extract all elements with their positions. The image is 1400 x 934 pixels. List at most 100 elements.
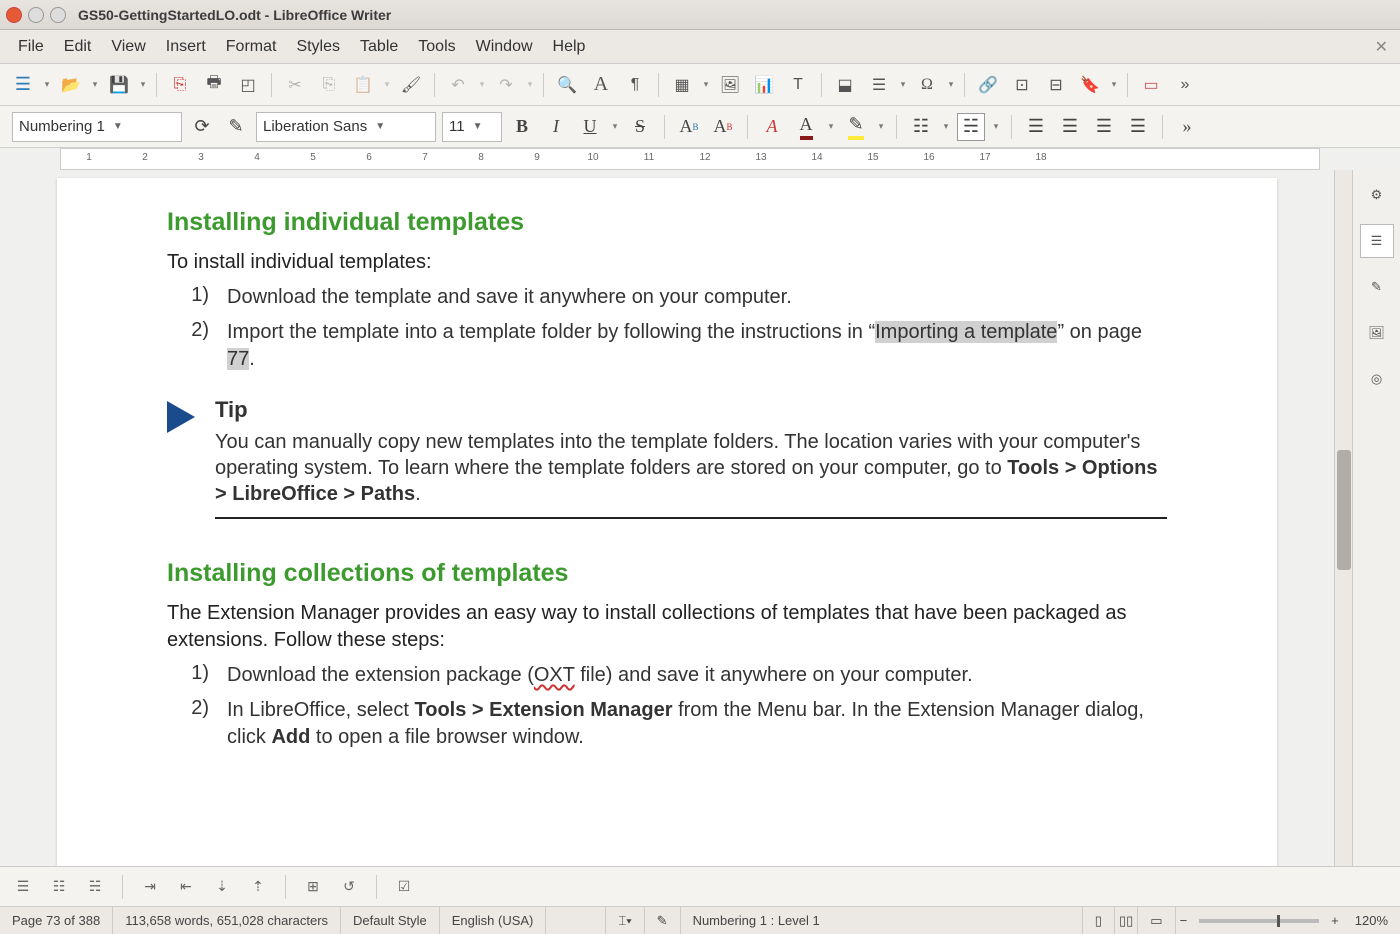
scrollbar-thumb[interactable] xyxy=(1337,450,1351,570)
menu-styles[interactable]: Styles xyxy=(286,34,350,60)
status-word-count[interactable]: 113,658 words, 651,028 characters xyxy=(113,907,341,934)
update-style-button[interactable]: ⟳ xyxy=(188,113,216,141)
footnote-button[interactable]: ⊡ xyxy=(1007,70,1037,100)
menu-table[interactable]: Table xyxy=(350,34,408,60)
comment-button[interactable]: ▭ xyxy=(1136,70,1166,100)
status-language[interactable]: English (USA) xyxy=(440,907,547,934)
new-button[interactable]: ☰ xyxy=(8,70,38,100)
chart-button[interactable]: 📊 xyxy=(749,70,779,100)
paste-button[interactable]: 📋 xyxy=(348,70,378,100)
save-dropdown[interactable]: ▾ xyxy=(138,79,148,90)
no-list-button[interactable]: ☰ xyxy=(10,874,36,900)
export-pdf-button[interactable]: ⎘ xyxy=(165,70,195,100)
paste-dropdown[interactable]: ▾ xyxy=(382,79,392,90)
window-maximize-button[interactable] xyxy=(50,7,66,23)
font-name-combo[interactable]: Liberation Sans ▼ xyxy=(256,112,436,142)
zoom-in-button[interactable]: + xyxy=(1327,913,1343,928)
find-button[interactable]: 🔍 xyxy=(552,70,582,100)
menu-format[interactable]: Format xyxy=(216,34,287,60)
undo-button[interactable]: ↶ xyxy=(443,70,473,100)
superscript-button[interactable]: AB xyxy=(675,113,703,141)
bullet-list-button[interactable]: ☷ xyxy=(907,113,935,141)
status-outline[interactable]: Numbering 1 : Level 1 xyxy=(681,907,1083,934)
font-color-button[interactable]: A xyxy=(792,113,820,141)
redo-dropdown[interactable]: ▾ xyxy=(525,79,535,90)
new-dropdown[interactable]: ▾ xyxy=(42,79,52,90)
new-style-button[interactable]: ✎ xyxy=(222,113,250,141)
table-button[interactable]: ▦ xyxy=(667,70,697,100)
number-btn[interactable]: ☵ xyxy=(82,874,108,900)
menu-file[interactable]: File xyxy=(8,34,54,60)
status-view-multi-icon[interactable]: ▯▯ xyxy=(1115,907,1138,934)
window-minimize-button[interactable] xyxy=(28,7,44,23)
status-zoom[interactable]: 120% xyxy=(1343,907,1400,934)
underline-dropdown[interactable]: ▾ xyxy=(610,121,620,132)
paragraph-style-combo[interactable]: Numbering 1 ▼ xyxy=(12,112,182,142)
move-down-button[interactable]: ⇣ xyxy=(209,874,235,900)
highlight-dropdown[interactable]: ▾ xyxy=(876,121,886,132)
field-button[interactable]: ☰ xyxy=(864,70,894,100)
menu-view[interactable]: View xyxy=(101,34,155,60)
status-view-single-icon[interactable]: ▯ xyxy=(1083,907,1115,934)
cut-button[interactable]: ✂ xyxy=(280,70,310,100)
textbox-button[interactable]: T xyxy=(783,70,813,100)
window-close-button[interactable] xyxy=(6,7,22,23)
menu-insert[interactable]: Insert xyxy=(156,34,216,60)
zoom-slider[interactable] xyxy=(1199,919,1319,923)
spellcheck-button[interactable]: A xyxy=(586,70,616,100)
page-break-button[interactable]: ⬓ xyxy=(830,70,860,100)
format-overflow[interactable]: » xyxy=(1173,113,1201,141)
sidebar-styles-icon[interactable]: ✎ xyxy=(1360,270,1394,304)
menu-edit[interactable]: Edit xyxy=(54,34,102,60)
open-dropdown[interactable]: ▾ xyxy=(90,79,100,90)
clone-format-button[interactable]: 🖌 xyxy=(396,70,426,100)
symbol-button[interactable]: Ω xyxy=(912,70,942,100)
page-ref[interactable]: 77 xyxy=(227,348,249,370)
font-color-dropdown[interactable]: ▾ xyxy=(826,121,836,132)
redo-button[interactable]: ↷ xyxy=(491,70,521,100)
align-right-button[interactable]: ☰ xyxy=(1090,113,1118,141)
italic-button[interactable]: I xyxy=(542,113,570,141)
toggle-numbering-button[interactable]: ☑ xyxy=(391,874,417,900)
menu-tools[interactable]: Tools xyxy=(408,34,465,60)
sidebar-settings-icon[interactable]: ⚙ xyxy=(1360,178,1394,212)
status-selection-mode[interactable]: ⌶▾ xyxy=(606,907,644,934)
symbol-dropdown[interactable]: ▾ xyxy=(946,79,956,90)
endnote-button[interactable]: ⊟ xyxy=(1041,70,1071,100)
subscript-button[interactable]: AB xyxy=(709,113,737,141)
undo-dropdown[interactable]: ▾ xyxy=(477,79,487,90)
document-area[interactable]: Installing individual templates To insta… xyxy=(0,170,1334,866)
open-button[interactable]: 📂 xyxy=(56,70,86,100)
status-view-book-icon[interactable]: ▭ xyxy=(1138,907,1175,934)
align-justify-button[interactable]: ☰ xyxy=(1124,113,1152,141)
underline-button[interactable]: U xyxy=(576,113,604,141)
align-left-button[interactable]: ☰ xyxy=(1022,113,1050,141)
status-signature[interactable]: ✎ xyxy=(645,907,681,934)
field-dropdown[interactable]: ▾ xyxy=(898,79,908,90)
copy-button[interactable]: ⎘ xyxy=(314,70,344,100)
strike-button[interactable]: S xyxy=(626,113,654,141)
bold-button[interactable]: B xyxy=(508,113,536,141)
font-size-combo[interactable]: 11 ▼ xyxy=(442,112,502,142)
vertical-scrollbar[interactable] xyxy=(1334,170,1352,866)
save-button[interactable]: 💾 xyxy=(104,70,134,100)
highlight-button[interactable]: ✎ xyxy=(842,113,870,141)
status-insert-mode[interactable] xyxy=(546,907,606,934)
horizontal-ruler[interactable]: 123456789101112131415161718 xyxy=(60,148,1320,170)
sidebar-gallery-icon[interactable]: 🖼 xyxy=(1360,316,1394,350)
restart-numbering-button[interactable]: ↺ xyxy=(336,874,362,900)
toolbar-overflow[interactable]: » xyxy=(1170,70,1200,100)
document-close-icon[interactable]: ✕ xyxy=(1375,37,1388,57)
bullet-dropdown[interactable]: ▾ xyxy=(941,121,951,132)
zoom-out-button[interactable]: − xyxy=(1176,907,1192,934)
bookmark-dropdown[interactable]: ▾ xyxy=(1109,79,1119,90)
hyperlink-button[interactable]: 🔗 xyxy=(973,70,1003,100)
status-page-style[interactable]: Default Style xyxy=(341,907,440,934)
clear-format-button[interactable]: A xyxy=(758,113,786,141)
table-dropdown[interactable]: ▾ xyxy=(701,79,711,90)
number-dropdown[interactable]: ▾ xyxy=(991,121,1001,132)
sidebar-properties-icon[interactable]: ☰ xyxy=(1360,224,1394,258)
promote-button[interactable]: ⇤ xyxy=(173,874,199,900)
bullet-btn[interactable]: ☷ xyxy=(46,874,72,900)
cross-ref-link[interactable]: Importing a template xyxy=(875,321,1057,343)
